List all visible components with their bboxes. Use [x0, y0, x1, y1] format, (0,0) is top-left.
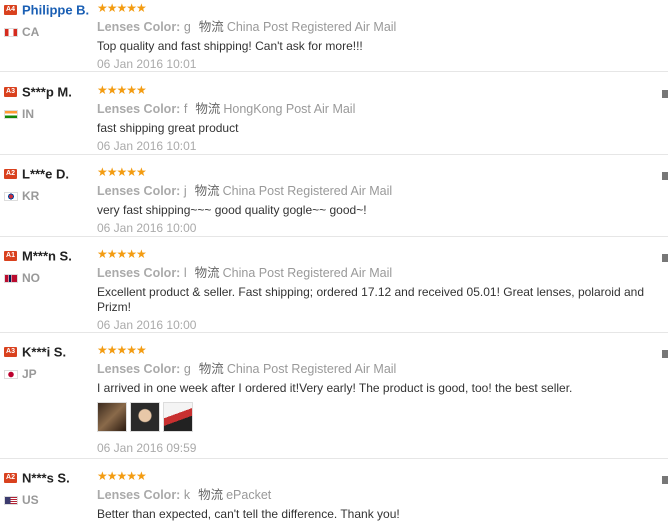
review-photo-thumbnail[interactable] — [97, 402, 127, 432]
review-text: Top quality and fast shipping! Can't ask… — [97, 39, 363, 53]
rating-stars: ★★★★★ — [97, 247, 147, 261]
review-date: 06 Jan 2016 10:01 — [97, 139, 197, 153]
order-info: Lenses Color: g 物流 China Post Registered A… — [97, 361, 397, 376]
review-text: Better than expected, can't tell the dif… — [97, 507, 400, 521]
buyer-country: JP — [4, 367, 96, 381]
order-info: Lenses Color: f 物流 HongKong Post Air Mail — [97, 101, 356, 116]
buyer-level-badge: A3 — [4, 86, 17, 97]
rating-stars: ★★★★★ — [97, 165, 147, 179]
buyer-country: NO — [4, 271, 96, 285]
review-text: fast shipping great product — [97, 121, 239, 135]
rating-stars: ★★★★★ — [97, 343, 147, 357]
scroll-marker — [662, 350, 668, 358]
order-info: Lenses Color: l 物流 China Post Registered A… — [97, 265, 393, 280]
scroll-marker — [662, 172, 668, 180]
review-item: A3 S***p M. IN ★★★★★ Lenses Color: f 物流 Hon… — [0, 73, 668, 155]
review-text: I arrived in one week after I ordered it… — [97, 381, 573, 395]
review-text: very fast shipping~~~ good quality gogle… — [97, 203, 367, 217]
rating-stars: ★★★★★ — [97, 469, 147, 483]
scroll-marker — [662, 476, 668, 484]
buyer-country: KR — [4, 189, 96, 203]
scroll-marker — [662, 254, 668, 262]
review-item: A2 N***s S. US ★★★★★ Lenses Color: k 物流 ePa… — [0, 459, 668, 521]
buyer-country: CA — [4, 25, 96, 39]
review-photo-thumbnail[interactable] — [163, 402, 193, 432]
review-item: A4 Philippe B. CA ★★★★★ Lenses Color: g 物流… — [0, 0, 668, 72]
review-photo-thumbnail[interactable] — [130, 402, 160, 432]
buyer-level-badge: A3 — [4, 346, 17, 357]
buyer-name: K***i S. — [22, 344, 67, 360]
flag-ca-icon — [4, 28, 18, 38]
buyer-level-badge: A2 — [4, 472, 17, 483]
rating-stars: ★★★★★ — [97, 83, 147, 97]
buyer-level-badge: A1 — [4, 250, 17, 261]
buyer-name: S***p M. — [22, 84, 72, 100]
review-item: A2 L***e D. KR ★★★★★ Lenses Color: j 物流 Chi… — [0, 155, 668, 237]
order-info: Lenses Color: g 物流 China Post Registered A… — [97, 19, 397, 34]
review-date: 06 Jan 2016 10:00 — [97, 318, 197, 332]
review-date: 06 Jan 2016 10:00 — [97, 221, 197, 235]
review-text: Excellent product & seller. Fast shippin… — [97, 285, 645, 314]
order-info: Lenses Color: j 物流 China Post Registered A… — [97, 183, 393, 198]
flag-kr-icon — [4, 192, 18, 202]
buyer-name: M***n S. — [22, 248, 72, 264]
rating-stars: ★★★★★ — [97, 1, 147, 15]
review-date: 06 Jan 2016 10:01 — [97, 57, 197, 71]
flag-us-icon — [4, 496, 18, 506]
buyer-level-badge: A4 — [4, 4, 17, 15]
flag-in-icon — [4, 110, 18, 120]
flag-no-icon — [4, 274, 18, 284]
review-item: A1 M***n S. NO ★★★★★ Lenses Color: l 物流 Chi… — [0, 237, 668, 333]
buyer-name: L***e D. — [22, 166, 69, 182]
flag-jp-icon — [4, 370, 18, 380]
review-item: A3 K***i S. JP ★★★★★ Lenses Color: g 物流 Chi… — [0, 333, 668, 459]
buyer-name[interactable]: Philippe B. — [22, 2, 89, 17]
review-photos — [97, 402, 658, 432]
order-info: Lenses Color: k 物流 ePacket — [97, 487, 272, 502]
buyer-country: US — [4, 493, 96, 507]
buyer-level-badge: A2 — [4, 168, 17, 179]
scroll-marker — [662, 90, 668, 98]
review-date: 06 Jan 2016 09:59 — [97, 441, 197, 455]
buyer-name: N***s S. — [22, 470, 70, 486]
buyer-country: IN — [4, 107, 96, 121]
